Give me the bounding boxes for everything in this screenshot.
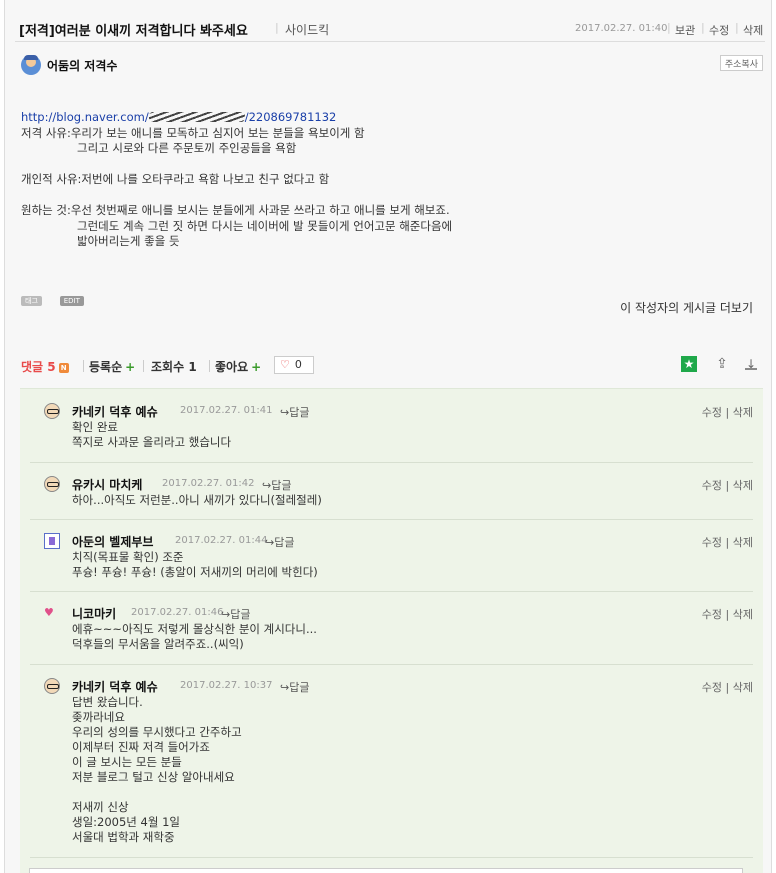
divider <box>209 360 210 372</box>
comment-actions: 수정 | 삭제 <box>701 608 753 621</box>
comment-date: 2017.02.27. 01:46 <box>131 607 224 618</box>
body-line: 저격 사유:우리가 보는 애니를 모독하고 심지어 보는 분들을 욕보이게 함 <box>21 125 365 140</box>
star-icon[interactable]: ★ <box>681 356 697 372</box>
view-count: 조회수 1 <box>151 360 197 374</box>
comment-delete-button[interactable]: 삭제 <box>733 536 753 549</box>
comment-item: 카네키 덕후 예슈 2017.02.27. 01:41 ↪답글 수정 | 삭제 … <box>30 403 753 463</box>
comment-actions: 수정 | 삭제 <box>701 681 753 694</box>
reply-button[interactable]: ↪답글 <box>280 404 309 420</box>
divider <box>143 360 144 372</box>
comment-author[interactable]: 아둔의 벨제부브 <box>72 533 153 550</box>
divider: | <box>735 21 739 34</box>
reply-button[interactable]: ↪답글 <box>265 534 294 550</box>
redaction-scribble <box>148 112 245 122</box>
post-title: [저격]여러분 이새끼 저격합니다 봐주세요 <box>19 24 248 39</box>
copy-address-button[interactable]: 주소복사 <box>719 55 763 71</box>
heart-icon: ♡ <box>280 358 290 371</box>
comment-date: 2017.02.27. 01:44 <box>175 535 268 546</box>
likes-label[interactable]: 좋아요 + <box>215 358 261 375</box>
post-frame: [저격]여러분 이새끼 저격합니다 봐주세요 | 사이드킥 2017.02.27… <box>4 0 772 873</box>
comment-author[interactable]: 카네키 덕후 예슈 <box>72 403 158 420</box>
delete-button[interactable]: 삭제 <box>743 22 763 38</box>
comment-item: 아둔의 벨제부브 2017.02.27. 01:44 ↪답글 수정 | 삭제 치… <box>30 533 753 592</box>
divider: | <box>701 21 705 34</box>
divider: | <box>275 21 279 34</box>
comment-item: 카네키 덕후 예슈 2017.02.27. 10:37 ↪답글 수정 | 삭제 … <box>30 678 753 858</box>
comment-date: 2017.02.27. 01:42 <box>162 478 255 489</box>
body-line: 개인적 사유:저번에 나를 오타쿠라고 욕함 나보고 친구 없다고 함 <box>21 172 330 186</box>
reply-button[interactable]: ↪답글 <box>221 606 250 622</box>
comment-actions: 수정 | 삭제 <box>701 406 753 419</box>
author-name[interactable]: 어둠의 저격수 <box>47 57 117 74</box>
author-row: 어둠의 저격수 주소복사 <box>21 55 763 77</box>
tag-icon[interactable]: 태그 <box>21 296 42 306</box>
comment-item: ♥ 니코마키 2017.02.27. 01:46 ↪답글 수정 | 삭제 에휴~… <box>30 605 753 665</box>
edit-tag-icon[interactable]: EDIT <box>59 296 84 306</box>
post-url-link[interactable]: http://blog.naver.com//220869781132 <box>21 110 761 126</box>
comment-text: 확인 완료 쪽지로 사과문 올리라고 했습니다 <box>72 420 232 449</box>
body-line: 그런데도 계속 그런 짓 하면 다시는 네이버에 발 못들이게 언어고문 해준다… <box>77 218 453 233</box>
comment-actions: 수정 | 삭제 <box>701 536 753 549</box>
comment-delete-button[interactable]: 삭제 <box>733 406 753 419</box>
divider <box>83 360 84 372</box>
comment-author[interactable]: 카네키 덕후 예슈 <box>72 678 158 695</box>
download-icon[interactable]: ↓ <box>745 356 757 371</box>
comment-edit-button[interactable]: 수정 <box>702 536 722 549</box>
tag-row: 태그 EDIT <box>21 292 98 306</box>
comment-actions: 수정 | 삭제 <box>701 479 753 492</box>
sort-order[interactable]: 등록순 + <box>89 358 135 375</box>
avatar[interactable]: ♥ <box>44 605 60 621</box>
body-line: 그리고 시로와 다른 주문토끼 주인공들을 욕함 <box>77 141 297 155</box>
comment-text: 답변 왔습니다. 좆까라네요 우리의 성의를 무시했다고 간주하고 이제부터 진… <box>72 695 242 844</box>
comment-author[interactable]: 유카시 마치케 <box>72 476 142 493</box>
comment-edit-button[interactable]: 수정 <box>702 608 722 621</box>
comment-list: 카네키 덕후 예슈 2017.02.27. 01:41 ↪답글 수정 | 삭제 … <box>20 388 763 873</box>
author-avatar-icon[interactable] <box>21 55 41 75</box>
comment-edit-button[interactable]: 수정 <box>702 406 722 419</box>
body-line: 밟아버리는게 좋을 듯 <box>77 234 180 248</box>
stats-bar: 댓글 5N 등록순 + 조회수 1 좋아요 + ♡ 0 ★ ⇪ ↓ <box>21 356 763 376</box>
avatar[interactable] <box>44 476 60 492</box>
more-posts-link[interactable]: 이 작성자의 게시글 더보기 <box>620 299 753 316</box>
comment-edit-button[interactable]: 수정 <box>702 479 722 492</box>
comment-edit-button[interactable]: 수정 <box>702 681 722 694</box>
like-button[interactable]: ♡ 0 <box>274 356 314 374</box>
comment-text: 하아...아직도 저런분..아니 새끼가 있다니(절레절레) <box>72 493 322 507</box>
edit-button[interactable]: 수정 <box>709 22 729 38</box>
avatar[interactable] <box>44 678 60 694</box>
share-icon[interactable]: ⇪ <box>714 356 730 372</box>
comment-count[interactable]: 댓글 5N <box>21 358 69 375</box>
avatar[interactable] <box>44 403 60 419</box>
new-badge: N <box>58 363 69 373</box>
body-line: 원하는 것:우선 첫번째로 애니를 보시는 분들에게 사과문 쓰라고 하고 애니… <box>21 203 450 217</box>
avatar[interactable] <box>44 533 60 549</box>
comment-date: 2017.02.27. 10:37 <box>180 680 273 691</box>
comment-author[interactable]: 니코마키 <box>72 605 116 622</box>
comment-item: 유카시 마치케 2017.02.27. 01:42 ↪답글 수정 | 삭제 하아… <box>30 476 753 520</box>
comment-text: 치직(목표물 확인) 조준 푸슝! 푸슝! 푸슝! (총알이 저새끼의 머리에 … <box>72 550 318 579</box>
reply-button[interactable]: ↪답글 <box>262 477 291 493</box>
comment-date: 2017.02.27. 01:41 <box>180 405 273 416</box>
reply-button[interactable]: ↪답글 <box>280 679 309 695</box>
comment-delete-button[interactable]: 삭제 <box>733 681 753 694</box>
post-date: 2017.02.27. 01:40 <box>575 23 668 34</box>
post-header: [저격]여러분 이새끼 저격합니다 봐주세요 | 사이드킥 2017.02.27… <box>15 18 765 42</box>
comment-delete-button[interactable]: 삭제 <box>733 608 753 621</box>
save-button[interactable]: 보관 <box>675 22 695 38</box>
category-link[interactable]: 사이드킥 <box>285 21 329 38</box>
divider: | <box>667 21 671 34</box>
comment-delete-button[interactable]: 삭제 <box>733 479 753 492</box>
comment-input[interactable] <box>29 868 743 873</box>
post-body: http://blog.naver.com//220869781132 저격 사… <box>21 110 761 250</box>
comment-text: 에휴~~~아직도 저렇게 몰상식한 분이 계시다니... 덕후들의 무서움을 알… <box>72 622 317 651</box>
